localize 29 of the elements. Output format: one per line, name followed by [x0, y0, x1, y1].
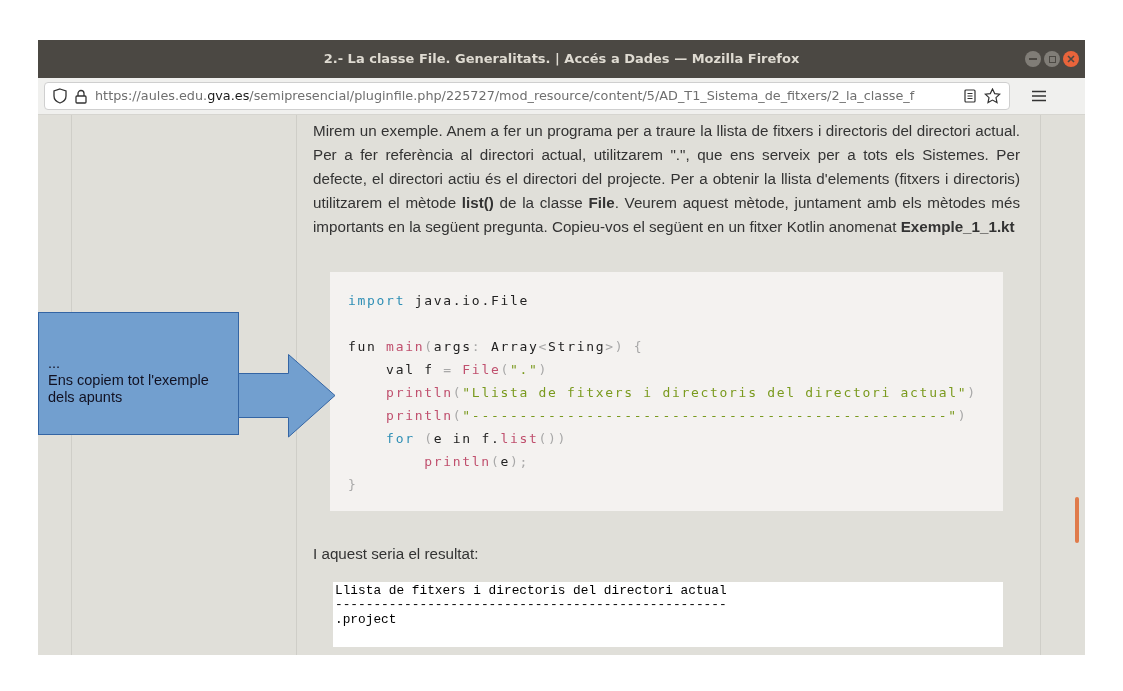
code-line: println("Llista de fitxers i directoris del directori actual") — [385, 384, 978, 402]
output-line: --------------------------------------------------- — [335, 598, 728, 613]
address-bar[interactable]: https://aules.edu.gva.es/semipresencial/pluginfile.php/225727/mod_resource/content/5/AD_T1_Sistema_de_fitxers/2_la_classe_f — [44, 82, 1010, 110]
window-title: 2.- La classe File. Generalitats. | Accés a Dades — Mozilla Firefox — [323, 50, 800, 69]
close-button[interactable] — [1063, 51, 1079, 67]
output-line: Llista de fitxers i directoris del directori actual — [335, 583, 728, 599]
lock-icon — [75, 88, 87, 104]
output-line: .project — [335, 612, 398, 628]
minimize-icon — [1029, 58, 1037, 60]
result-intro-text: I aquest seria el resultat: — [312, 544, 480, 564]
url-text: https://aules.edu.gva.es/semipresencial/pluginfile.php/225727/mod_resource/content/5/AD_T1_Sistema_de_fitxers/2_la_classe_f — [95, 87, 915, 106]
shield-icon — [53, 88, 67, 104]
callout-text: ... Ens copiem tot l'exemple dels apunts — [48, 355, 209, 406]
reader-view-icon[interactable] — [964, 89, 976, 103]
code-line: val f = File(".") — [385, 361, 550, 379]
code-line: } — [348, 476, 359, 494]
minimize-button[interactable] — [1025, 51, 1041, 67]
code-line: println(e); — [423, 453, 531, 471]
code-line: import java.io.File — [348, 292, 531, 310]
code-line: println("--------------------------------------------------") — [385, 407, 969, 425]
close-icon — [1067, 55, 1075, 63]
body-paragraph: Mirem un exemple. Anem a fer un programa per a traure la llista de fitxers i directoris del directori actual. Per a fer referència al directori actual, utilitzarem ".", que ens serveix per a tots els Sistemes. Per defecte, el directori actiu és el directori del projecte. Per a obtenir la llista d'elements (fitxers i directoris) utilitzarem el mètode list() de la classe File. Veurem aquest mètode, juntament amb els mètodes més importants en la següent pregunta. Copieu-vos el següent en un fitxer Kotlin anomenat Exemple_1_1.kt — [312, 121, 1021, 237]
scrollbar-thumb[interactable] — [1075, 497, 1079, 543]
maximize-button[interactable] — [1044, 51, 1060, 67]
menu-icon[interactable] — [1031, 90, 1047, 102]
code-line: for (e in f.list()) — [385, 430, 569, 448]
star-icon[interactable] — [984, 88, 1001, 104]
maximize-icon — [1048, 55, 1056, 63]
code-line: fun main(args: Array<String>) { — [348, 338, 645, 356]
